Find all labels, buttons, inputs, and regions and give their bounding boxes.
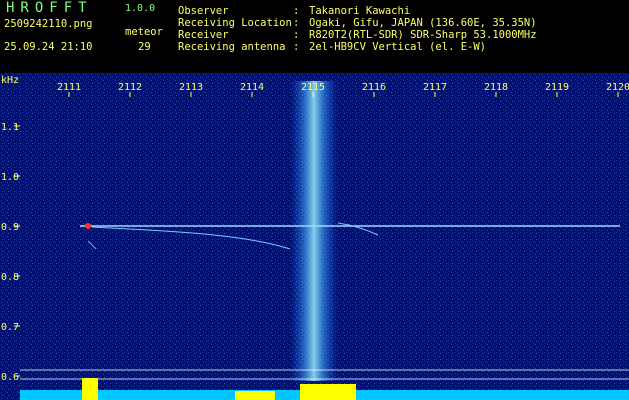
info-key: Observer xyxy=(178,5,229,17)
freq-tick-label: 1.1 xyxy=(1,122,19,133)
time-tick-label: 2113 xyxy=(179,82,203,93)
time-tick-label: 2118 xyxy=(484,82,508,93)
echo-band-peak xyxy=(300,384,356,400)
info-value: R820T2(RTL-SDR) SDR-Sharp 53.1000MHz xyxy=(309,29,537,41)
freq-tick-label: 0.9 xyxy=(1,222,19,233)
date-time: 25.09.24 21:10 xyxy=(4,41,93,53)
time-tick-label: 2114 xyxy=(240,82,264,93)
info-key: Receiving Location xyxy=(178,17,292,29)
freq-tick-label: 0.6 xyxy=(1,372,19,383)
frequency-unit-label: kHz xyxy=(1,75,19,86)
spectrogram-canvas: 2111 2112 2113 2114 2115 2116 2117 2118 2119 2120… xyxy=(0,73,629,400)
freq-tick-label: 0.7 xyxy=(1,322,19,333)
vertical-signal-band xyxy=(290,81,338,381)
time-tick-label: 2116 xyxy=(362,82,386,93)
time-tick-label: 2120 xyxy=(606,82,629,93)
app-version: 1.0.0 xyxy=(125,3,156,14)
header-panel: HROFFT 1.0.0 2509242110.png 25.09.24 21:… xyxy=(0,0,629,72)
time-tick-label: 2111 xyxy=(57,82,81,93)
info-separator: : xyxy=(293,17,300,29)
info-separator: : xyxy=(293,5,300,17)
freq-tick-label: 1.0 xyxy=(1,172,19,183)
meteor-label: meteor xyxy=(125,26,163,38)
meteor-echo-mark xyxy=(85,223,91,229)
info-separator: : xyxy=(293,29,300,41)
time-tick-label: 2119 xyxy=(545,82,569,93)
info-value: Ogaki, Gifu, JAPAN (136.60E, 35.35N) xyxy=(309,17,537,29)
info-value: 2el-HB9CV Vertical (el. E-W) xyxy=(309,41,487,53)
time-tick-label: 2115 xyxy=(301,82,325,93)
meteor-count: 29 xyxy=(138,41,151,53)
echo-band-peak xyxy=(82,378,98,400)
app-title: HROFFT xyxy=(6,0,93,16)
spectrogram: 2111 2112 2113 2114 2115 2116 2117 2118 2119 2120… xyxy=(0,73,629,400)
time-tick-label: 2117 xyxy=(423,82,447,93)
info-key: Receiving antenna xyxy=(178,41,286,53)
info-key: Receiver xyxy=(178,29,229,41)
echo-band-peak xyxy=(235,391,275,400)
freq-tick-label: 0.8 xyxy=(1,272,19,283)
time-tick-label: 2112 xyxy=(118,82,142,93)
info-value: Takanori Kawachi xyxy=(309,5,411,17)
file-name: 2509242110.png xyxy=(4,18,93,30)
info-separator: : xyxy=(293,41,300,53)
